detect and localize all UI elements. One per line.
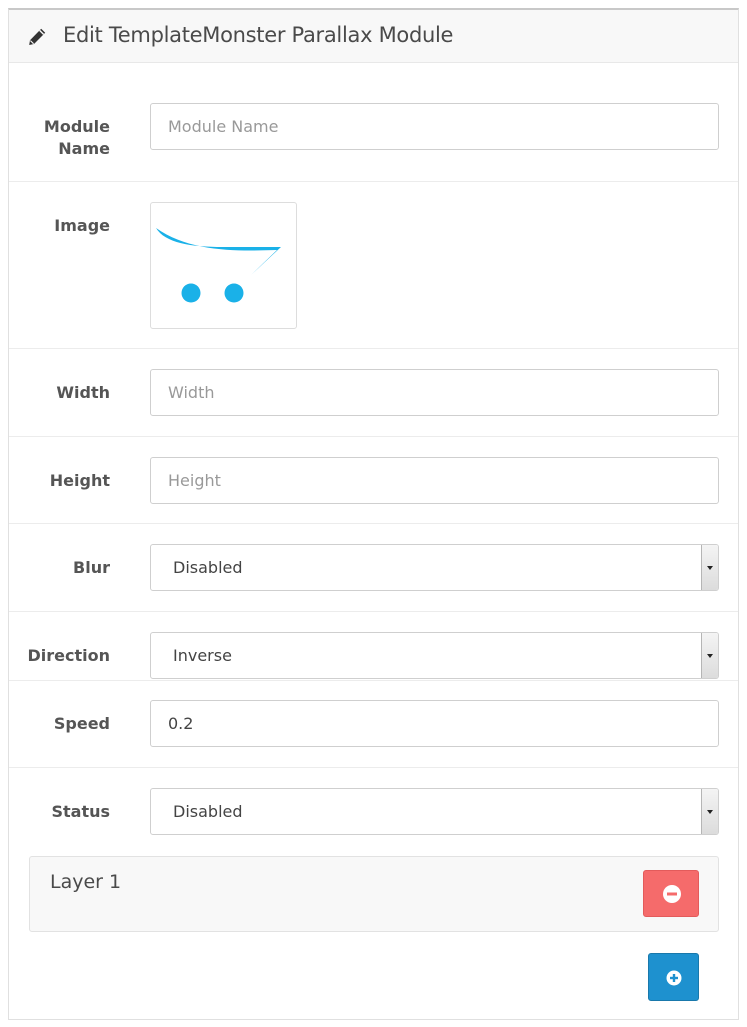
image-label: Image [54, 216, 110, 235]
form-row-status: Status Disabled [9, 768, 738, 848]
height-label: Height [49, 471, 110, 490]
speed-label: Speed [53, 714, 110, 733]
blur-select[interactable]: Disabled [150, 544, 719, 591]
minus-circle-icon [663, 885, 681, 903]
page-title: Edit TemplateMonster Parallax Module [63, 23, 454, 47]
direction-label: Direction [27, 646, 110, 665]
form-row-module-name: Module Name [9, 63, 738, 182]
status-label: Status [51, 802, 110, 821]
add-layer-button[interactable] [648, 953, 699, 1001]
form-row-direction: Direction Inverse [9, 612, 738, 681]
plus-circle-icon [666, 970, 682, 986]
layer-panel: Layer 1 [29, 856, 719, 932]
form-row-blur: Blur Disabled [9, 524, 738, 612]
speed-input[interactable] [150, 700, 719, 747]
status-select-value: Disabled [173, 802, 243, 821]
panel-heading: Edit TemplateMonster Parallax Module [9, 10, 738, 63]
form-row-image: Image [9, 182, 738, 349]
chevron-down-icon[interactable] [701, 545, 718, 590]
module-name-input[interactable] [150, 103, 719, 150]
direction-select-value: Inverse [173, 646, 232, 665]
form-row-height: Height [9, 437, 738, 524]
height-input[interactable] [150, 457, 719, 504]
blur-label: Blur [73, 558, 110, 577]
blur-select-value: Disabled [173, 558, 243, 577]
image-thumbnail[interactable] [150, 202, 297, 329]
chevron-down-icon[interactable] [701, 633, 718, 678]
module-name-label: Module Name [43, 117, 110, 158]
chevron-down-icon[interactable] [701, 789, 718, 834]
edit-module-panel: Edit TemplateMonster Parallax Module Mod… [8, 8, 739, 1020]
layer-title: Layer 1 [50, 871, 122, 893]
pencil-icon [29, 28, 46, 45]
form-row-width: Width [9, 349, 738, 437]
remove-layer-button[interactable] [643, 870, 699, 917]
direction-select[interactable]: Inverse [150, 632, 719, 679]
opencart-cart-logo [156, 228, 281, 303]
form-row-speed: Speed [9, 681, 738, 768]
width-input[interactable] [150, 369, 719, 416]
status-select[interactable]: Disabled [150, 788, 719, 835]
width-label: Width [56, 383, 110, 402]
